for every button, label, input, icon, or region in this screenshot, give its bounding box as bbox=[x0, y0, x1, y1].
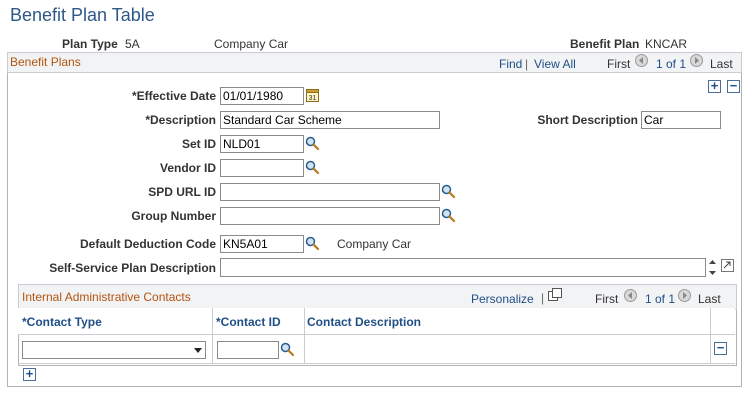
plan-type-desc: Company Car bbox=[214, 37, 289, 51]
col-contact-id[interactable]: *Contact ID bbox=[216, 315, 281, 329]
setid-lookup-icon[interactable] bbox=[305, 136, 320, 151]
plan-type-label: Plan Type bbox=[62, 37, 118, 51]
ss-plan-desc-label: Self-Service Plan Description bbox=[49, 261, 216, 275]
short-description-label: Short Description bbox=[537, 113, 638, 127]
setid-input[interactable]: NLD01 bbox=[220, 135, 304, 153]
description-input[interactable]: Standard Car Scheme bbox=[220, 111, 440, 129]
first-label[interactable]: First bbox=[607, 57, 630, 71]
contacts-last-label[interactable]: Last bbox=[698, 292, 721, 306]
plus-icon: + bbox=[25, 366, 34, 381]
benefit-plan-label: Benefit Plan bbox=[570, 37, 640, 51]
dropdown-arrow-icon bbox=[194, 348, 202, 353]
deduction-code-desc: Company Car bbox=[337, 237, 412, 251]
benefit-plans-header bbox=[7, 52, 742, 73]
view-all-link[interactable]: View All bbox=[534, 57, 576, 71]
vendor-id-input[interactable] bbox=[220, 159, 304, 177]
plan-type-value: 5A bbox=[125, 37, 140, 51]
record-count: 1 of 1 bbox=[656, 57, 687, 71]
col-contact-description[interactable]: Contact Description bbox=[307, 315, 421, 329]
group-number-input[interactable] bbox=[220, 207, 440, 225]
grid-footer-divider bbox=[18, 363, 735, 364]
col-contact-type[interactable]: *Contact Type bbox=[22, 315, 102, 329]
description-label: *Description bbox=[145, 113, 216, 127]
col-divider bbox=[710, 308, 711, 363]
group-lookup-icon[interactable] bbox=[441, 208, 456, 223]
spd-url-id-label: SPD URL ID bbox=[148, 185, 216, 199]
plus-icon: + bbox=[710, 78, 719, 93]
personalize-separator: | bbox=[541, 291, 545, 305]
add-contact-row-button[interactable]: + bbox=[23, 366, 36, 381]
grid-popout-icon[interactable] bbox=[548, 288, 562, 302]
contacts-previous-icon[interactable] bbox=[624, 289, 637, 302]
spd-lookup-icon[interactable] bbox=[441, 184, 456, 199]
setid-label: Set ID bbox=[181, 137, 216, 151]
textarea-scroll-icon[interactable] bbox=[707, 258, 718, 277]
group-number-label: Group Number bbox=[131, 209, 216, 223]
personalize-link[interactable]: Personalize bbox=[471, 292, 534, 306]
minus-icon: − bbox=[716, 340, 725, 355]
col-divider bbox=[212, 308, 213, 363]
deduction-lookup-icon[interactable] bbox=[305, 236, 320, 251]
ss-plan-desc-textarea[interactable] bbox=[220, 258, 706, 277]
svg-text:31: 31 bbox=[309, 95, 317, 102]
contacts-count: 1 of 1 bbox=[645, 292, 676, 306]
calendar-icon[interactable]: 31 bbox=[306, 88, 319, 102]
vendor-id-label: Vendor ID bbox=[159, 161, 216, 175]
short-description-input[interactable]: Car bbox=[641, 111, 721, 129]
find-link[interactable]: Find bbox=[499, 57, 522, 71]
contact-type-select[interactable] bbox=[22, 341, 206, 359]
delete-contact-row-button[interactable]: − bbox=[714, 340, 727, 355]
deduction-code-label: Default Deduction Code bbox=[79, 237, 216, 251]
contacts-next-icon[interactable] bbox=[678, 289, 691, 302]
col-divider bbox=[304, 308, 305, 363]
page-title: Benefit Plan Table bbox=[10, 5, 155, 25]
contact-id-lookup-icon[interactable] bbox=[280, 342, 295, 357]
next-arrow-icon[interactable] bbox=[690, 54, 703, 67]
spd-url-id-input[interactable] bbox=[220, 183, 440, 201]
contacts-first-label[interactable]: First bbox=[595, 292, 618, 306]
contacts-title: Internal Administrative Contacts bbox=[22, 290, 191, 304]
last-label[interactable]: Last bbox=[710, 57, 733, 71]
previous-arrow-icon[interactable] bbox=[635, 54, 648, 67]
delete-row-button[interactable]: − bbox=[727, 78, 740, 93]
deduction-code-input[interactable]: KN5A01 bbox=[220, 235, 304, 253]
effective-date-label: *Effective Date bbox=[131, 89, 216, 103]
minus-icon: − bbox=[729, 78, 738, 93]
effective-date-input[interactable]: 01/01/1980 bbox=[220, 87, 304, 105]
contact-id-input[interactable] bbox=[217, 341, 279, 359]
benefit-plans-title: Benefit Plans bbox=[10, 55, 81, 69]
find-separator: | bbox=[525, 57, 529, 71]
add-row-button[interactable]: + bbox=[708, 78, 721, 93]
vendor-lookup-icon[interactable] bbox=[305, 160, 320, 175]
benefit-plan-value: KNCAR bbox=[645, 37, 688, 51]
expand-textarea-icon[interactable] bbox=[721, 259, 734, 272]
